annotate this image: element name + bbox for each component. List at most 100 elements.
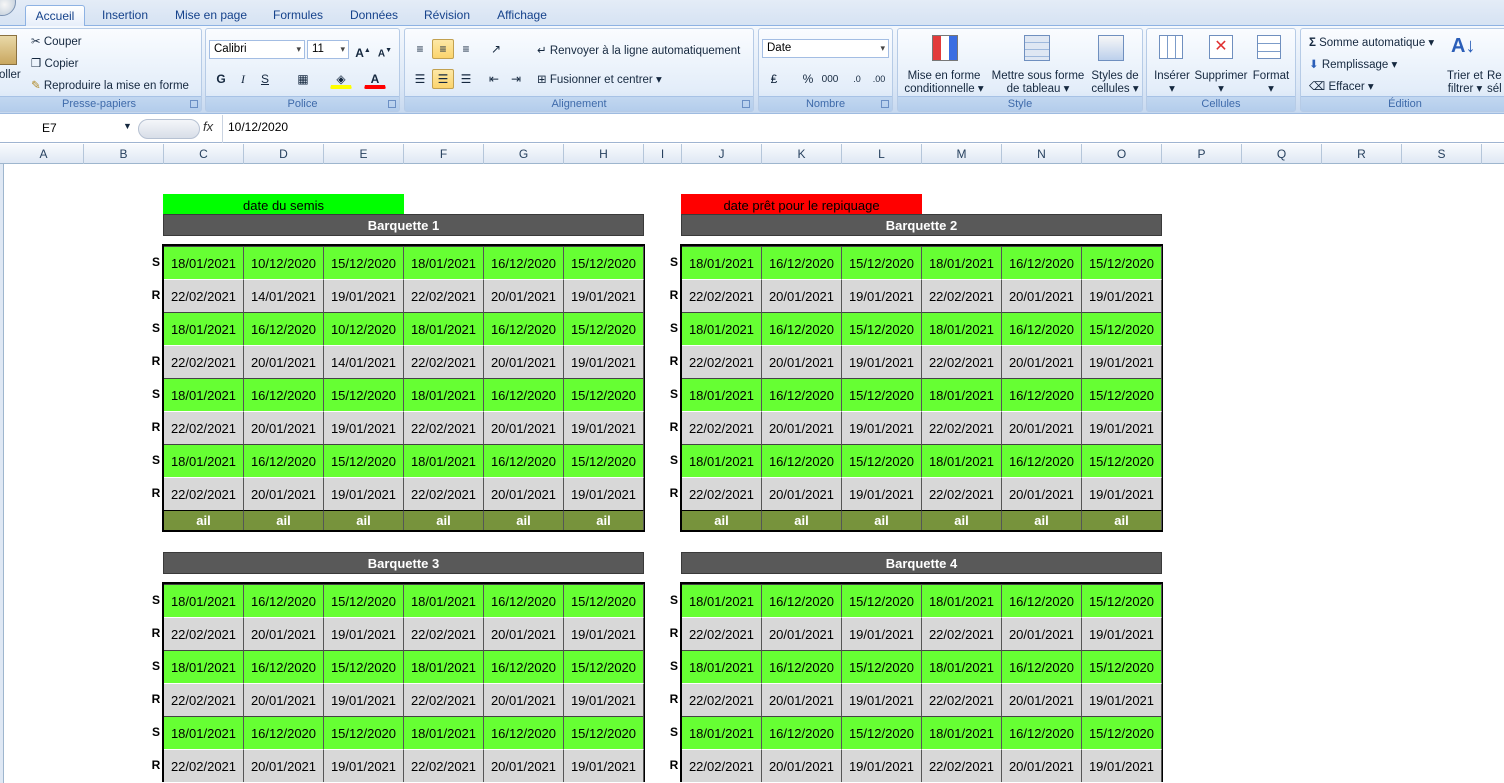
sowing-date-cell[interactable]: 10/12/2020 (244, 246, 324, 279)
transplant-date-cell[interactable]: 20/01/2021 (244, 411, 324, 444)
crop-label-cell[interactable]: ail (564, 510, 644, 530)
crop-label-cell[interactable]: ail (324, 510, 404, 530)
sowing-date-cell[interactable]: 16/12/2020 (1002, 444, 1082, 477)
transplant-date-cell[interactable]: 20/01/2021 (1002, 749, 1082, 782)
transplant-date-cell[interactable]: 20/01/2021 (244, 345, 324, 378)
sowing-date-cell[interactable]: 16/12/2020 (1002, 312, 1082, 345)
decrease-decimal-icon[interactable]: .00 (868, 69, 890, 89)
transplant-date-cell[interactable]: 20/01/2021 (244, 683, 324, 716)
font-size-select[interactable]: 11 (307, 40, 349, 59)
sowing-date-cell[interactable]: 18/01/2021 (682, 378, 762, 411)
column-header-n[interactable]: N (1002, 144, 1082, 164)
sowing-date-cell[interactable]: 18/01/2021 (404, 312, 484, 345)
crop-label-cell[interactable]: ail (244, 510, 324, 530)
shrink-font-icon[interactable]: A▼ (374, 40, 396, 60)
column-header-l[interactable]: L (842, 144, 922, 164)
cut-button[interactable]: ✂ Couper (31, 34, 82, 48)
column-header-f[interactable]: F (404, 144, 484, 164)
transplant-date-cell[interactable]: 20/01/2021 (762, 345, 842, 378)
transplant-date-cell[interactable]: 22/02/2021 (682, 749, 762, 782)
clear-button[interactable]: ⌫ Effacer ▾ (1309, 79, 1374, 93)
sowing-date-cell[interactable]: 18/01/2021 (164, 378, 244, 411)
sowing-date-cell[interactable]: 15/12/2020 (1082, 246, 1162, 279)
transplant-date-cell[interactable]: 22/02/2021 (404, 749, 484, 782)
sowing-date-cell[interactable]: 18/01/2021 (922, 246, 1002, 279)
column-header-o[interactable]: O (1082, 144, 1162, 164)
transplant-date-cell[interactable]: 22/02/2021 (404, 411, 484, 444)
format-button[interactable]: Format ▾ (1249, 70, 1293, 96)
column-header-m[interactable]: M (922, 144, 1002, 164)
sowing-date-cell[interactable]: 18/01/2021 (682, 312, 762, 345)
column-header-d[interactable]: D (244, 144, 324, 164)
transplant-date-cell[interactable]: 22/02/2021 (682, 477, 762, 510)
transplant-date-cell[interactable]: 22/02/2021 (922, 683, 1002, 716)
currency-icon[interactable]: ₤ (763, 69, 785, 89)
sowing-date-cell[interactable]: 16/12/2020 (484, 312, 564, 345)
formula-bar-splitter[interactable] (138, 119, 200, 139)
sowing-date-cell[interactable]: 15/12/2020 (842, 584, 922, 617)
sowing-date-cell[interactable]: 16/12/2020 (244, 716, 324, 749)
transplant-date-cell[interactable]: 19/01/2021 (324, 411, 404, 444)
column-header-b[interactable]: B (84, 144, 164, 164)
column-header-r[interactable]: R (1322, 144, 1402, 164)
name-box[interactable]: E7 (0, 119, 135, 139)
align-center-icon[interactable]: ☰ (432, 69, 454, 89)
sowing-date-cell[interactable]: 18/01/2021 (922, 378, 1002, 411)
sowing-date-cell[interactable]: 16/12/2020 (484, 444, 564, 477)
sowing-date-cell[interactable]: 16/12/2020 (762, 312, 842, 345)
transplant-date-cell[interactable]: 19/01/2021 (1082, 683, 1162, 716)
sowing-date-cell[interactable]: 16/12/2020 (244, 378, 324, 411)
autosum-button[interactable]: Σ Somme automatique ▾ (1309, 35, 1434, 49)
sowing-date-cell[interactable]: 15/12/2020 (1082, 444, 1162, 477)
sowing-date-cell[interactable]: 15/12/2020 (564, 716, 644, 749)
number-launcher-icon[interactable] (881, 100, 889, 108)
wrap-text-button[interactable]: ↵ Renvoyer à la ligne automatiquement (537, 43, 740, 57)
transplant-date-cell[interactable]: 20/01/2021 (484, 279, 564, 312)
transplant-date-cell[interactable]: 19/01/2021 (324, 477, 404, 510)
sowing-date-cell[interactable]: 18/01/2021 (922, 312, 1002, 345)
sowing-date-cell[interactable]: 16/12/2020 (762, 444, 842, 477)
transplant-date-cell[interactable]: 22/02/2021 (164, 683, 244, 716)
transplant-date-cell[interactable]: 19/01/2021 (564, 411, 644, 444)
conditional-format-button[interactable]: Mise en forme conditionnelle ▾ (901, 70, 987, 96)
crop-label-cell[interactable]: ail (404, 510, 484, 530)
transplant-date-cell[interactable]: 19/01/2021 (1082, 345, 1162, 378)
transplant-date-cell[interactable]: 22/02/2021 (922, 279, 1002, 312)
transplant-date-cell[interactable]: 22/02/2021 (682, 683, 762, 716)
sowing-date-cell[interactable]: 16/12/2020 (1002, 584, 1082, 617)
column-header-i[interactable]: I (644, 144, 682, 164)
transplant-date-cell[interactable]: 22/02/2021 (404, 683, 484, 716)
transplant-date-cell[interactable]: 20/01/2021 (484, 683, 564, 716)
transplant-date-cell[interactable]: 22/02/2021 (404, 617, 484, 650)
transplant-date-cell[interactable]: 19/01/2021 (324, 683, 404, 716)
transplant-date-cell[interactable]: 20/01/2021 (1002, 683, 1082, 716)
column-header-g[interactable]: G (484, 144, 564, 164)
column-header-p[interactable]: P (1162, 144, 1242, 164)
format-as-table-button[interactable]: Mettre sous forme de tableau ▾ (990, 70, 1086, 96)
tab-affichage[interactable]: Affichage (488, 5, 556, 26)
transplant-date-cell[interactable]: 20/01/2021 (484, 617, 564, 650)
align-right-icon[interactable]: ☰ (455, 69, 477, 89)
transplant-date-cell[interactable]: 20/01/2021 (1002, 617, 1082, 650)
sowing-date-cell[interactable]: 18/01/2021 (404, 444, 484, 477)
sowing-date-cell[interactable]: 18/01/2021 (922, 650, 1002, 683)
sowing-date-cell[interactable]: 16/12/2020 (1002, 650, 1082, 683)
sowing-date-cell[interactable]: 18/01/2021 (404, 378, 484, 411)
sowing-date-cell[interactable]: 18/01/2021 (164, 584, 244, 617)
transplant-date-cell[interactable]: 19/01/2021 (324, 617, 404, 650)
transplant-date-cell[interactable]: 20/01/2021 (484, 345, 564, 378)
transplant-date-cell[interactable]: 20/01/2021 (762, 279, 842, 312)
fill-button[interactable]: ⬇ Remplissage ▾ (1309, 57, 1397, 71)
transplant-date-cell[interactable]: 22/02/2021 (922, 345, 1002, 378)
transplant-date-cell[interactable]: 22/02/2021 (164, 749, 244, 782)
sowing-date-cell[interactable]: 18/01/2021 (682, 444, 762, 477)
column-header-a[interactable]: A (4, 144, 84, 164)
paste-button[interactable]: oller (0, 69, 21, 81)
sowing-date-cell[interactable]: 16/12/2020 (484, 378, 564, 411)
sowing-date-cell[interactable]: 16/12/2020 (484, 716, 564, 749)
merge-center-button[interactable]: ⊞ Fusionner et centrer ▾ (537, 72, 662, 86)
transplant-date-cell[interactable]: 20/01/2021 (484, 411, 564, 444)
column-header-q[interactable]: Q (1242, 144, 1322, 164)
transplant-date-cell[interactable]: 20/01/2021 (244, 477, 324, 510)
sowing-date-cell[interactable]: 15/12/2020 (324, 650, 404, 683)
